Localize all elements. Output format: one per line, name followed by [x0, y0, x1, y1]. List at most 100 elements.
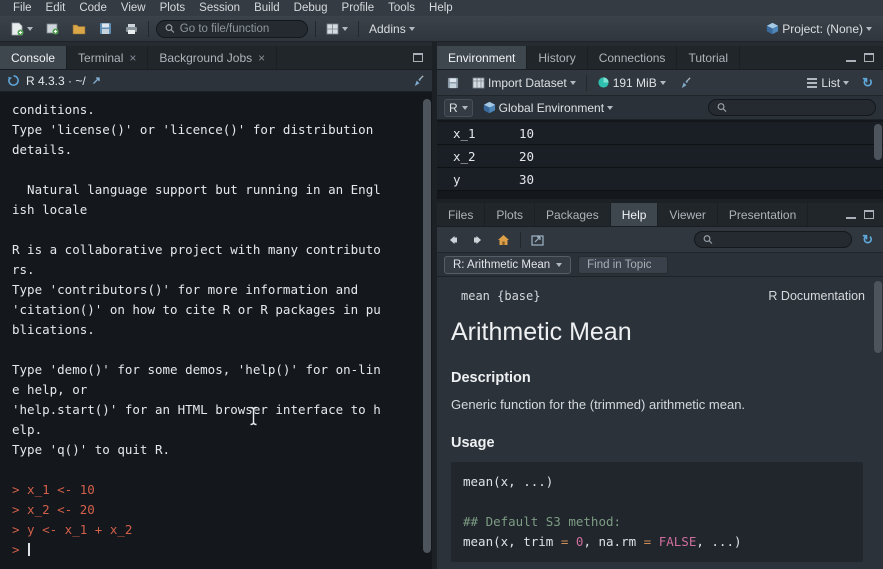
show-in-new-window-button[interactable] [528, 232, 547, 248]
back-arrow-icon [447, 234, 459, 246]
print-button[interactable] [122, 21, 141, 37]
console-line [12, 340, 420, 360]
environment-scrollbar[interactable] [874, 122, 882, 197]
open-working-dir-icon[interactable]: ↗ [92, 74, 101, 87]
environment-row[interactable]: x_1 10 [437, 122, 883, 145]
addins-button[interactable]: Addins [366, 20, 418, 38]
menu-item[interactable]: Edit [39, 1, 73, 15]
maximize-pane-icon[interactable] [864, 210, 874, 219]
console-line: blications. [12, 320, 420, 340]
language-dropdown[interactable]: R [444, 99, 473, 117]
console-pane: Console Terminal × Background Jobs × R 4… [0, 46, 432, 569]
scrollbar-thumb[interactable] [423, 99, 431, 553]
clear-objects-button[interactable] [676, 74, 695, 91]
help-tabbar: Files Plots Packages Help Viewer Present… [437, 203, 883, 227]
environment-scope-dropdown[interactable]: Global Environment [480, 99, 616, 117]
scrollbar-thumb[interactable] [874, 124, 882, 160]
menu-item[interactable]: Profile [335, 1, 382, 15]
panes-layout-button[interactable] [323, 21, 351, 37]
new-file-button[interactable] [8, 20, 36, 38]
environment-tab[interactable]: Connections [588, 46, 678, 69]
refresh-icon: ↻ [862, 233, 873, 246]
save-button[interactable] [96, 20, 115, 37]
memory-usage-button[interactable]: 191 MiB [594, 74, 669, 92]
help-tab[interactable]: Viewer [658, 203, 717, 226]
home-button[interactable] [494, 232, 513, 248]
forward-button[interactable] [469, 232, 487, 248]
help-tab[interactable]: Plots [485, 203, 535, 226]
console-line: Type 'q()' to quit R. [12, 440, 420, 460]
environment-search-box[interactable] [708, 99, 876, 116]
help-tab[interactable]: Presentation [718, 203, 808, 226]
console-line-text: elp. [12, 422, 42, 437]
help-search-input[interactable] [718, 234, 843, 246]
menu-item[interactable]: View [114, 1, 153, 15]
project-menu-button[interactable]: Project: (None) [763, 20, 875, 38]
console-tab[interactable]: Terminal × [67, 46, 148, 69]
menu-item[interactable]: Session [192, 1, 247, 15]
menu-item[interactable]: Help [422, 1, 460, 15]
help-topic-signature: mean {base} [451, 289, 540, 303]
console-tabs: Console Terminal × Background Jobs × [0, 46, 277, 69]
open-file-button[interactable] [69, 21, 89, 37]
refresh-environment-button[interactable]: ↻ [859, 74, 876, 91]
environment-tab[interactable]: Tutorial [677, 46, 740, 69]
console-line: > x_1 <- 10 [12, 480, 420, 500]
help-search-box[interactable] [694, 231, 852, 248]
environment-search-input[interactable] [732, 102, 867, 114]
environment-toolbar-row2: R Global Environment [437, 96, 883, 120]
help-page-title: Arithmetic Mean [451, 318, 865, 347]
tab-close-icon[interactable]: × [129, 52, 136, 64]
help-tab[interactable]: Packages [535, 203, 611, 226]
back-button[interactable] [444, 232, 462, 248]
toolbar-separator [520, 232, 521, 248]
tab-label: History [538, 51, 575, 65]
main-toolbar: Addins Project: (None) [0, 16, 883, 42]
list-view-button[interactable]: List [803, 74, 852, 92]
folder-icon [72, 23, 86, 35]
environment-row[interactable]: y 30 [437, 168, 883, 191]
menu-item[interactable]: Code [72, 1, 114, 15]
tab-close-icon[interactable]: × [258, 52, 265, 64]
help-tabs: Files Plots Packages Help Viewer Present… [437, 203, 808, 226]
menu-item[interactable]: Build [247, 1, 287, 15]
menu-item[interactable]: Debug [287, 1, 335, 15]
menu-item[interactable]: File [6, 1, 39, 15]
console-header: R 4.3.3 · ~/ ↗ [0, 70, 432, 92]
help-document: mean {base} R Documentation Arithmetic M… [437, 277, 883, 569]
help-topic-dropdown[interactable]: R: Arithmetic Mean [444, 256, 571, 274]
console-scrollbar[interactable] [423, 94, 431, 567]
console-output[interactable]: conditions.Type 'license()' or 'licence(… [0, 92, 432, 569]
console-caret [28, 543, 30, 556]
object-name: y [437, 172, 519, 187]
help-tab[interactable]: Files [437, 203, 485, 226]
console-line: Natural language support but running in … [12, 180, 420, 200]
goto-file-box[interactable] [156, 20, 308, 38]
console-line: elp. [12, 420, 420, 440]
help-scrollbar[interactable] [874, 279, 882, 567]
mouse-text-cursor-icon [247, 405, 260, 427]
help-tab[interactable]: Help [611, 203, 659, 226]
maximize-pane-icon[interactable] [413, 53, 423, 62]
minimize-pane-icon[interactable] [846, 210, 856, 219]
console-tab[interactable]: Background Jobs × [148, 46, 277, 69]
goto-file-input[interactable] [180, 23, 299, 35]
scrollbar-thumb[interactable] [874, 281, 882, 353]
environment-tab[interactable]: Environment [437, 46, 527, 69]
new-project-button[interactable] [43, 20, 62, 37]
maximize-pane-icon[interactable] [864, 53, 874, 62]
console-tab[interactable]: Console [0, 46, 67, 69]
import-dataset-button[interactable]: Import Dataset [469, 74, 579, 92]
clear-console-broom-icon[interactable] [412, 74, 425, 87]
minimize-pane-icon[interactable] [846, 53, 856, 62]
environment-row[interactable]: x_2 20 [437, 145, 883, 168]
refresh-help-button[interactable]: ↻ [859, 231, 876, 248]
environment-tab[interactable]: History [527, 46, 587, 69]
tab-label: Environment [448, 51, 515, 65]
menu-item[interactable]: Tools [381, 1, 422, 15]
load-workspace-button[interactable] [444, 75, 462, 91]
menu-item[interactable]: Plots [153, 1, 193, 15]
console-line-text: > x_1 <- 10 [12, 482, 95, 497]
find-in-topic-input[interactable] [578, 256, 668, 274]
console-line: Type 'contributors()' for more informati… [12, 280, 420, 300]
